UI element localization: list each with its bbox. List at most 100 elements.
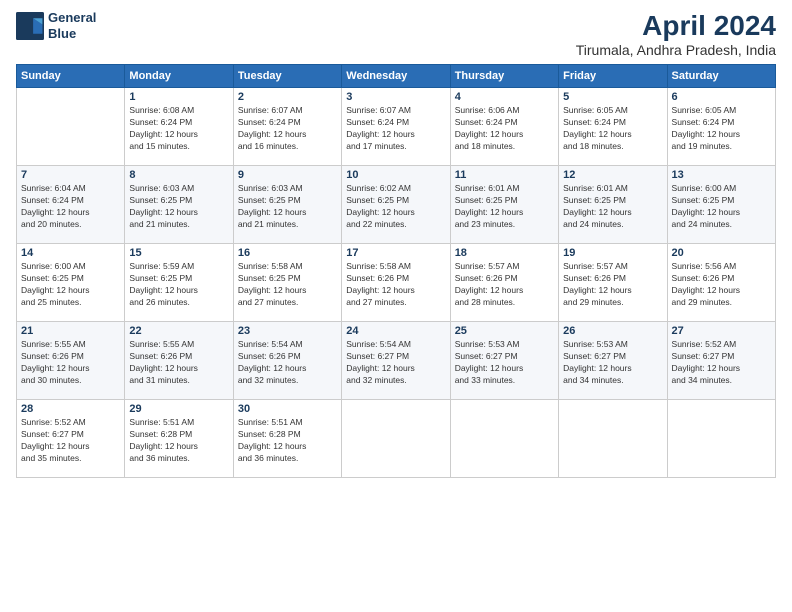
calendar-cell: 11 Sunrise: 6:01 AM Sunset: 6:25 PM Dayli… (450, 166, 558, 244)
header-row: Sunday Monday Tuesday Wednesday Thursday… (17, 65, 776, 88)
day-info: Sunrise: 6:06 AM Sunset: 6:24 PM Dayligh… (455, 105, 554, 153)
col-wednesday: Wednesday (342, 65, 450, 88)
calendar-table: Sunday Monday Tuesday Wednesday Thursday… (16, 64, 776, 478)
calendar-cell (342, 400, 450, 478)
day-info: Sunrise: 6:01 AM Sunset: 6:25 PM Dayligh… (455, 183, 554, 231)
day-info: Sunrise: 5:56 AM Sunset: 6:26 PM Dayligh… (672, 261, 771, 309)
day-info: Sunrise: 6:02 AM Sunset: 6:25 PM Dayligh… (346, 183, 445, 231)
col-sunday: Sunday (17, 65, 125, 88)
day-number: 17 (346, 247, 445, 259)
col-thursday: Thursday (450, 65, 558, 88)
logo-text: General Blue (48, 10, 96, 41)
day-info: Sunrise: 6:05 AM Sunset: 6:24 PM Dayligh… (563, 105, 662, 153)
title-block: April 2024 Tirumala, Andhra Pradesh, Ind… (576, 10, 776, 58)
day-number: 29 (129, 403, 228, 415)
calendar-cell: 16 Sunrise: 5:58 AM Sunset: 6:25 PM Dayli… (233, 244, 341, 322)
calendar-cell: 13 Sunrise: 6:00 AM Sunset: 6:25 PM Dayli… (667, 166, 775, 244)
day-number: 4 (455, 91, 554, 103)
day-info: Sunrise: 5:58 AM Sunset: 6:25 PM Dayligh… (238, 261, 337, 309)
day-number: 9 (238, 169, 337, 181)
day-info: Sunrise: 5:57 AM Sunset: 6:26 PM Dayligh… (455, 261, 554, 309)
calendar-cell: 25 Sunrise: 5:53 AM Sunset: 6:27 PM Dayli… (450, 322, 558, 400)
col-tuesday: Tuesday (233, 65, 341, 88)
subtitle: Tirumala, Andhra Pradesh, India (576, 42, 776, 58)
day-info: Sunrise: 6:08 AM Sunset: 6:24 PM Dayligh… (129, 105, 228, 153)
day-info: Sunrise: 5:52 AM Sunset: 6:27 PM Dayligh… (21, 417, 120, 465)
day-number: 23 (238, 325, 337, 337)
day-number: 20 (672, 247, 771, 259)
logo-icon (16, 12, 44, 40)
calendar-cell: 22 Sunrise: 5:55 AM Sunset: 6:26 PM Dayli… (125, 322, 233, 400)
day-number: 19 (563, 247, 662, 259)
calendar-cell: 23Sunrise: 5:54 AM Sunset: 6:26 PM Dayli… (233, 322, 341, 400)
day-info: Sunrise: 5:58 AM Sunset: 6:26 PM Dayligh… (346, 261, 445, 309)
header: General Blue April 2024 Tirumala, Andhra… (16, 10, 776, 58)
calendar-week-4: 21 Sunrise: 5:55 AM Sunset: 6:26 PM Dayli… (17, 322, 776, 400)
calendar-cell: 2 Sunrise: 6:07 AM Sunset: 6:24 PM Daylig… (233, 88, 341, 166)
day-info: Sunrise: 5:55 AM Sunset: 6:26 PM Dayligh… (21, 339, 120, 387)
day-number: 26 (563, 325, 662, 337)
day-info: Sunrise: 5:53 AM Sunset: 6:27 PM Dayligh… (563, 339, 662, 387)
day-info: Sunrise: 5:54 AM Sunset: 6:27 PM Dayligh… (346, 339, 445, 387)
day-info: Sunrise: 5:52 AM Sunset: 6:27 PM Dayligh… (672, 339, 771, 387)
calendar-cell: 15Sunrise: 5:59 AM Sunset: 6:25 PM Dayli… (125, 244, 233, 322)
calendar-cell (559, 400, 667, 478)
day-info: Sunrise: 6:07 AM Sunset: 6:24 PM Dayligh… (238, 105, 337, 153)
day-info: Sunrise: 6:01 AM Sunset: 6:25 PM Dayligh… (563, 183, 662, 231)
col-monday: Monday (125, 65, 233, 88)
calendar-header: Sunday Monday Tuesday Wednesday Thursday… (17, 65, 776, 88)
calendar-cell: 12 Sunrise: 6:01 AM Sunset: 6:25 PM Dayli… (559, 166, 667, 244)
col-friday: Friday (559, 65, 667, 88)
day-number: 1 (129, 91, 228, 103)
day-info: Sunrise: 5:51 AM Sunset: 6:28 PM Dayligh… (238, 417, 337, 465)
logo-line2: Blue (48, 26, 96, 42)
calendar-body: 1 Sunrise: 6:08 AM Sunset: 6:24 PM Daylig… (17, 88, 776, 478)
day-number: 8 (129, 169, 228, 181)
calendar-cell: 21 Sunrise: 5:55 AM Sunset: 6:26 PM Dayli… (17, 322, 125, 400)
day-number: 30 (238, 403, 337, 415)
calendar-cell: 9 Sunrise: 6:03 AM Sunset: 6:25 PM Daylig… (233, 166, 341, 244)
calendar-cell: 20 Sunrise: 5:56 AM Sunset: 6:26 PM Dayli… (667, 244, 775, 322)
calendar-cell: 6Sunrise: 6:05 AM Sunset: 6:24 PM Daylig… (667, 88, 775, 166)
day-number: 12 (563, 169, 662, 181)
day-info: Sunrise: 6:07 AM Sunset: 6:24 PM Dayligh… (346, 105, 445, 153)
day-info: Sunrise: 6:03 AM Sunset: 6:25 PM Dayligh… (238, 183, 337, 231)
calendar-cell: 10 Sunrise: 6:02 AM Sunset: 6:25 PM Dayli… (342, 166, 450, 244)
day-number: 13 (672, 169, 771, 181)
day-info: Sunrise: 5:57 AM Sunset: 6:26 PM Dayligh… (563, 261, 662, 309)
day-number: 16 (238, 247, 337, 259)
calendar-cell: 4 Sunrise: 6:06 AM Sunset: 6:24 PM Daylig… (450, 88, 558, 166)
logo-line1: General (48, 10, 96, 26)
calendar-cell: 24Sunrise: 5:54 AM Sunset: 6:27 PM Dayli… (342, 322, 450, 400)
calendar-cell: 3Sunrise: 6:07 AM Sunset: 6:24 PM Daylig… (342, 88, 450, 166)
day-info: Sunrise: 6:00 AM Sunset: 6:25 PM Dayligh… (672, 183, 771, 231)
day-number: 22 (129, 325, 228, 337)
day-info: Sunrise: 6:00 AM Sunset: 6:25 PM Dayligh… (21, 261, 120, 309)
day-number: 6 (672, 91, 771, 103)
main-title: April 2024 (576, 10, 776, 42)
day-number: 5 (563, 91, 662, 103)
day-number: 10 (346, 169, 445, 181)
day-number: 7 (21, 169, 120, 181)
calendar-cell (667, 400, 775, 478)
day-number: 11 (455, 169, 554, 181)
day-number: 21 (21, 325, 120, 337)
calendar-cell: 5 Sunrise: 6:05 AM Sunset: 6:24 PM Daylig… (559, 88, 667, 166)
calendar-cell: 18Sunrise: 5:57 AM Sunset: 6:26 PM Dayli… (450, 244, 558, 322)
calendar-cell: 7Sunrise: 6:04 AM Sunset: 6:24 PM Daylig… (17, 166, 125, 244)
calendar-cell: 17 Sunrise: 5:58 AM Sunset: 6:26 PM Dayli… (342, 244, 450, 322)
calendar-cell: 14Sunrise: 6:00 AM Sunset: 6:25 PM Dayli… (17, 244, 125, 322)
day-number: 28 (21, 403, 120, 415)
day-info: Sunrise: 5:55 AM Sunset: 6:26 PM Dayligh… (129, 339, 228, 387)
calendar-cell: 19 Sunrise: 5:57 AM Sunset: 6:26 PM Dayli… (559, 244, 667, 322)
day-info: Sunrise: 5:53 AM Sunset: 6:27 PM Dayligh… (455, 339, 554, 387)
calendar-week-2: 7Sunrise: 6:04 AM Sunset: 6:24 PM Daylig… (17, 166, 776, 244)
day-number: 2 (238, 91, 337, 103)
day-number: 25 (455, 325, 554, 337)
day-number: 15 (129, 247, 228, 259)
calendar-cell: 27 Sunrise: 5:52 AM Sunset: 6:27 PM Dayli… (667, 322, 775, 400)
calendar-cell: 30 Sunrise: 5:51 AM Sunset: 6:28 PM Dayli… (233, 400, 341, 478)
calendar-cell: 8Sunrise: 6:03 AM Sunset: 6:25 PM Daylig… (125, 166, 233, 244)
day-number: 27 (672, 325, 771, 337)
calendar-cell: 1 Sunrise: 6:08 AM Sunset: 6:24 PM Daylig… (125, 88, 233, 166)
